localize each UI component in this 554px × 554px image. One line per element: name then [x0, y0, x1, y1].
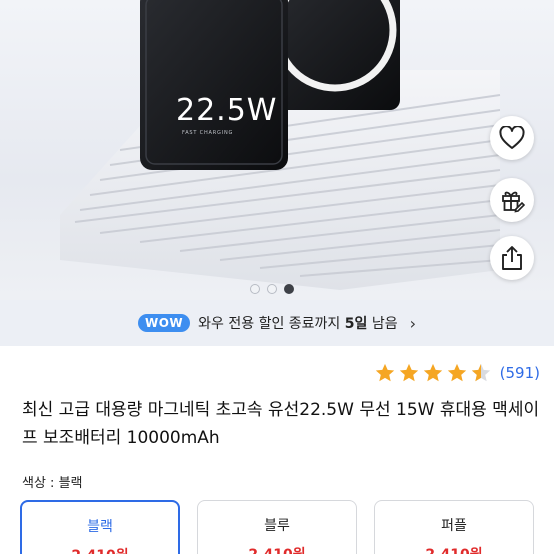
heart-icon	[499, 126, 525, 149]
color-option-purple[interactable]: 퍼플 2,410원	[374, 500, 534, 554]
chevron-right-icon: ›	[409, 313, 417, 333]
pager-dot[interactable]	[250, 284, 260, 294]
option-price: 2,410원	[375, 544, 533, 554]
option-name: 퍼플	[441, 518, 467, 534]
option-price: 2,410원	[22, 545, 178, 554]
pager-dot[interactable]	[267, 284, 277, 294]
star-full-icon	[375, 363, 394, 382]
color-option-blue[interactable]: 블루 2,410원	[197, 500, 357, 554]
option-name: 블루	[264, 518, 290, 534]
wow-promo-banner[interactable]: WOW 와우 전용 할인 종료까지 5일 남음 ›	[0, 300, 554, 346]
option-price: 2,410원	[198, 544, 356, 554]
product-title: 최신 고급 대용량 마그네틱 초고속 유선22.5W 무선 15W 휴대용 맥세…	[22, 400, 540, 448]
gift-icon	[502, 191, 525, 213]
wishlist-button[interactable]	[490, 116, 534, 160]
product-photo: 22.5W FAST CHARGING	[60, 0, 501, 290]
color-selection-label: 색상 : 블랙	[22, 476, 83, 491]
pager-dot-active[interactable]	[284, 284, 294, 294]
device-display-value: 22.5W	[176, 93, 277, 128]
carousel-pager	[250, 284, 294, 294]
share-button[interactable]	[490, 236, 534, 280]
rating-summary[interactable]: (591)	[374, 362, 540, 384]
star-full-icon	[447, 363, 466, 382]
product-image-carousel[interactable]: 22.5W FAST CHARGING	[0, 0, 554, 300]
promo-text: 와우 전용 할인 종료까지 5일 남음	[198, 316, 398, 332]
option-name: 블랙	[87, 519, 113, 535]
star-full-icon	[399, 363, 418, 382]
color-option-black[interactable]: 블랙 2,410원	[20, 500, 180, 554]
review-count[interactable]: (591)	[500, 364, 540, 382]
share-icon	[502, 246, 522, 270]
device-display-caption: FAST CHARGING	[182, 130, 233, 136]
wow-badge: WOW	[137, 314, 191, 332]
star-half-icon	[471, 363, 490, 382]
star-full-icon	[423, 363, 442, 382]
gift-button[interactable]	[490, 178, 534, 222]
